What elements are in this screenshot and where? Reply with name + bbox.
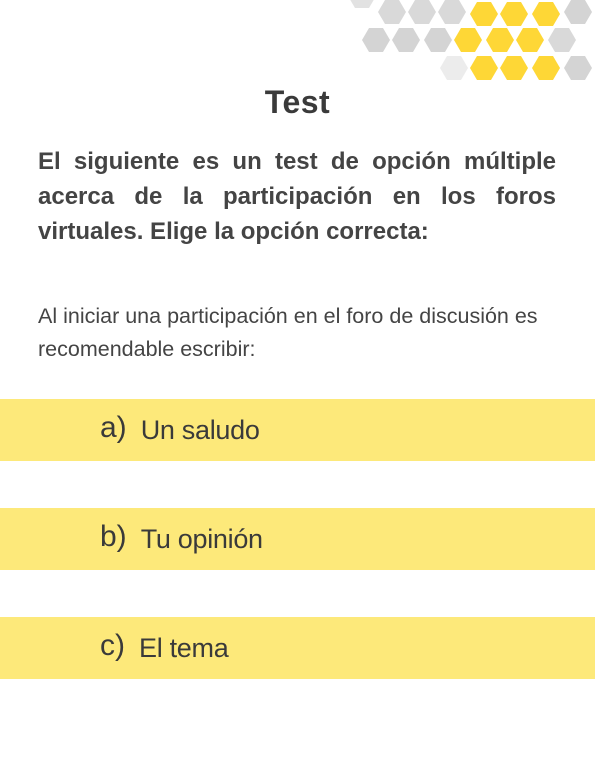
option-letter: c): [100, 629, 125, 662]
option-b-button[interactable]: b) Tu opinión: [0, 508, 595, 570]
option-letter: b): [100, 520, 127, 553]
question-text: Al iniciar una participación en el foro …: [38, 304, 538, 361]
intro-text: El siguiente es un test de opción múltip…: [38, 148, 556, 245]
page-title: Test: [264, 84, 331, 120]
option-c-button[interactable]: c) El tema: [0, 617, 595, 679]
option-label: Un saludo: [140, 414, 260, 445]
option-label: Tu opinión: [140, 523, 263, 554]
option-letter: a): [100, 411, 127, 444]
option-label: El tema: [139, 632, 229, 663]
option-a-button[interactable]: a) Un saludo: [0, 399, 595, 461]
